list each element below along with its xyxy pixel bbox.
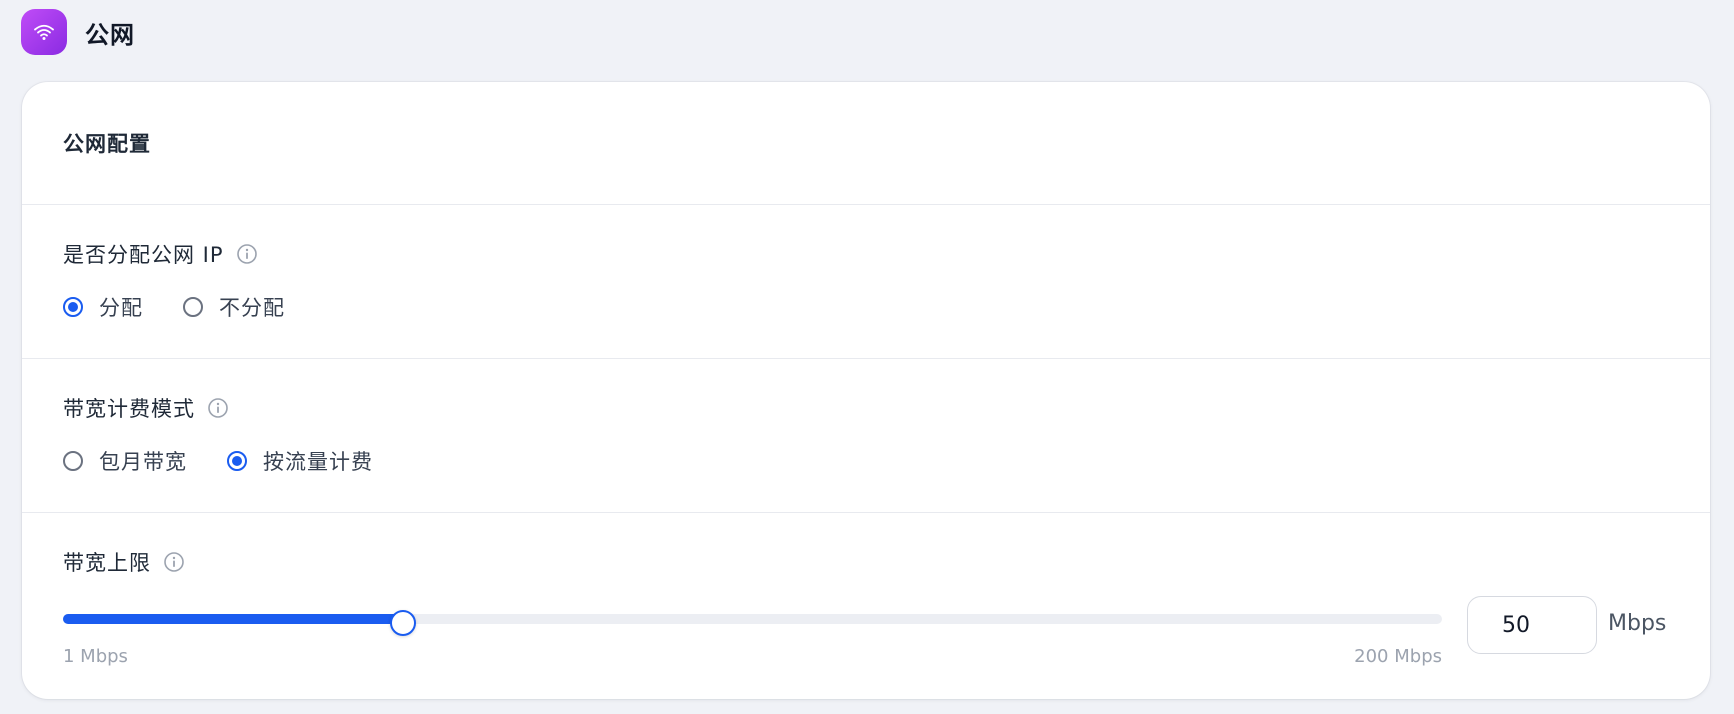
public-ip-section: 是否分配公网 IP 分配 不分配: [22, 205, 1710, 359]
bandwidth-value-input[interactable]: [1467, 596, 1597, 654]
slider-track[interactable]: [63, 610, 1442, 636]
radio-no-allocate[interactable]: 不分配: [183, 292, 285, 322]
radio-button[interactable]: [63, 297, 83, 317]
wifi-icon: [21, 9, 67, 55]
card-title: 公网配置: [63, 132, 151, 156]
slider-min-label: 1 Mbps: [63, 646, 128, 667]
info-icon[interactable]: [163, 551, 185, 573]
slider-max-label: 200 Mbps: [1354, 646, 1442, 667]
card-header: 公网配置: [22, 82, 1710, 205]
radio-label: 包月带宽: [99, 450, 187, 474]
bandwidth-slider[interactable]: 1 Mbps 200 Mbps: [63, 605, 1442, 667]
billing-mode-label: 带宽计费模式: [63, 397, 195, 421]
bandwidth-limit-label: 带宽上限: [63, 551, 151, 575]
info-icon[interactable]: [236, 243, 258, 265]
billing-mode-section: 带宽计费模式 包月带宽 按流量计费: [22, 359, 1710, 513]
radio-label: 按流量计费: [263, 450, 373, 474]
slider-fill: [63, 614, 403, 624]
info-icon[interactable]: [207, 397, 229, 419]
page-header: 公网: [21, 9, 135, 55]
radio-label: 分配: [99, 296, 143, 320]
public-ip-label-row: 是否分配公网 IP: [63, 239, 258, 269]
public-network-config-card: 公网配置 是否分配公网 IP 分配 不分配 带宽计费模式 包月带宽 按流量计费 …: [22, 82, 1710, 699]
bandwidth-unit-label: Mbps: [1608, 611, 1667, 636]
billing-radio-group: 包月带宽 按流量计费: [63, 446, 413, 476]
radio-button[interactable]: [63, 451, 83, 471]
radio-monthly-bandwidth[interactable]: 包月带宽: [63, 446, 187, 476]
radio-allocate[interactable]: 分配: [63, 292, 143, 322]
billing-label-row: 带宽计费模式: [63, 393, 229, 423]
public-ip-label: 是否分配公网 IP: [63, 243, 224, 267]
radio-button[interactable]: [183, 297, 203, 317]
radio-pay-by-traffic[interactable]: 按流量计费: [227, 446, 373, 476]
radio-button[interactable]: [227, 451, 247, 471]
bandwidth-limit-section: 带宽上限 1 Mbps 200 Mbps Mbps: [22, 513, 1710, 699]
slider-thumb[interactable]: [390, 610, 416, 636]
page-title: 公网: [85, 20, 135, 49]
radio-label: 不分配: [219, 296, 285, 320]
public-ip-radio-group: 分配 不分配: [63, 292, 325, 322]
bandwidth-label-row: 带宽上限: [63, 547, 185, 577]
